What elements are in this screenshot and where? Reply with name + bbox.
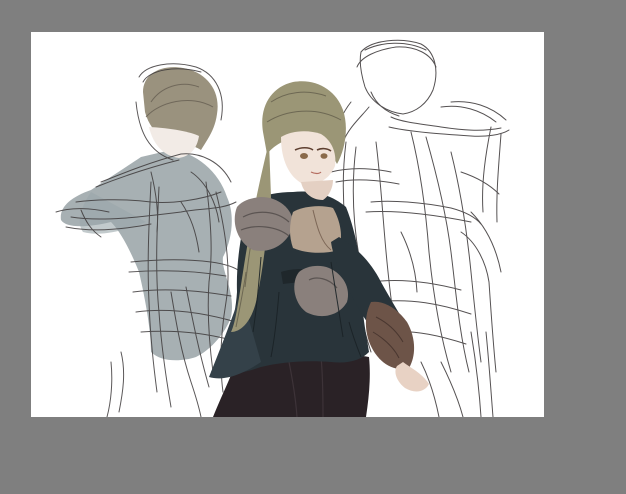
workspace-background bbox=[0, 0, 626, 494]
center-figure-colored bbox=[209, 81, 429, 417]
drawing-canvas[interactable] bbox=[31, 32, 544, 417]
left-figure-sketch bbox=[55, 63, 242, 417]
artwork-illustration bbox=[55, 39, 510, 417]
